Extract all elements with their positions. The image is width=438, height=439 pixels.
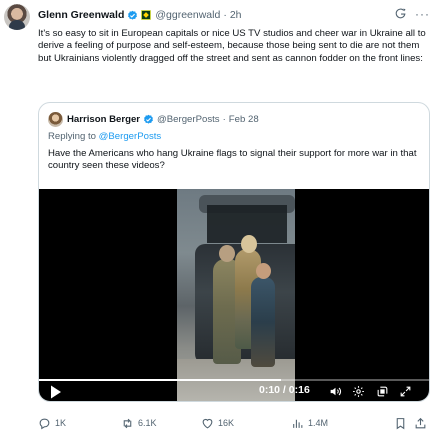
views-chart-icon bbox=[293, 419, 303, 428]
reply-icon bbox=[39, 418, 50, 429]
reply-button[interactable]: 1K bbox=[38, 414, 66, 432]
quote-author-avatar bbox=[48, 112, 63, 127]
video-controls: 0:10 / 0:16 bbox=[39, 382, 429, 401]
quote-header: Harrison Berger @BergerPosts · Feb 28 bbox=[48, 112, 259, 127]
volume-icon[interactable] bbox=[329, 385, 342, 398]
heart-icon bbox=[202, 418, 213, 428]
quote-date: Feb 28 bbox=[228, 114, 259, 125]
share-icon bbox=[415, 417, 426, 428]
author-handle[interactable]: @ggreenwald bbox=[155, 9, 220, 21]
header-actions: ··· bbox=[394, 7, 430, 20]
person-right bbox=[251, 277, 275, 367]
video-progress-bar[interactable] bbox=[39, 379, 429, 381]
share-button[interactable] bbox=[414, 414, 427, 432]
views-count: 1.4M bbox=[308, 418, 329, 428]
repost-count: 6.1K bbox=[138, 418, 157, 428]
more-options-icon[interactable]: ··· bbox=[415, 8, 430, 20]
video-frame bbox=[177, 189, 295, 401]
fullscreen-icon[interactable] bbox=[399, 385, 412, 398]
verified-badge-icon bbox=[128, 10, 138, 20]
tweet-actions: 1K 6.1K 16K 1.4M bbox=[38, 414, 430, 432]
settings-gear-icon[interactable] bbox=[352, 385, 365, 398]
affiliation-badge-icon[interactable] bbox=[141, 10, 152, 20]
quote-author-name: Harrison Berger bbox=[67, 114, 141, 125]
author-name[interactable]: Glenn Greenwald bbox=[38, 9, 124, 21]
bookmark-icon bbox=[396, 417, 405, 429]
quoted-tweet[interactable]: Harrison Berger @BergerPosts · Feb 28 Re… bbox=[38, 102, 430, 402]
grok-icon[interactable] bbox=[394, 7, 407, 20]
bookmark-button[interactable] bbox=[394, 414, 407, 432]
dock-video-icon[interactable] bbox=[376, 385, 389, 398]
quote-text: Have the Americans who hang Ukraine flag… bbox=[48, 148, 417, 172]
tweet-header: Glenn Greenwald @ggreenwald · 2h ··· bbox=[38, 7, 430, 23]
like-button[interactable]: 16K bbox=[201, 414, 234, 432]
video-time: 0:10 / 0:16 bbox=[259, 384, 310, 396]
repost-button[interactable]: 6.1K bbox=[121, 414, 157, 432]
video-player[interactable]: 0:10 / 0:16 bbox=[39, 189, 429, 401]
quote-replying-to: Replying to @BergerPosts bbox=[48, 131, 161, 142]
quote-verified-badge-icon bbox=[144, 114, 153, 124]
author-avatar[interactable] bbox=[4, 4, 30, 30]
tweet[interactable]: Glenn Greenwald @ggreenwald · 2h ··· It'… bbox=[0, 0, 438, 439]
reply-count: 1K bbox=[55, 418, 67, 428]
replying-to-label: Replying to bbox=[48, 131, 99, 142]
repost-icon bbox=[123, 418, 132, 428]
separator-dot: · bbox=[223, 9, 227, 21]
person-center-head bbox=[241, 235, 257, 253]
quote-separator-dot: · bbox=[222, 114, 226, 125]
person-right-head bbox=[256, 263, 271, 279]
views-button[interactable]: 1.4M bbox=[291, 414, 328, 432]
play-icon[interactable] bbox=[50, 385, 62, 399]
tweet-text: It's so easy to sit in European capitals… bbox=[38, 28, 426, 64]
person-left-head bbox=[219, 245, 235, 262]
quote-author-handle: @BergerPosts bbox=[157, 114, 220, 125]
like-count: 16K bbox=[218, 418, 235, 428]
video-progress-fill bbox=[39, 379, 281, 381]
replying-to-handle[interactable]: @BergerPosts bbox=[99, 131, 162, 142]
tweet-time[interactable]: 2h bbox=[230, 9, 242, 21]
